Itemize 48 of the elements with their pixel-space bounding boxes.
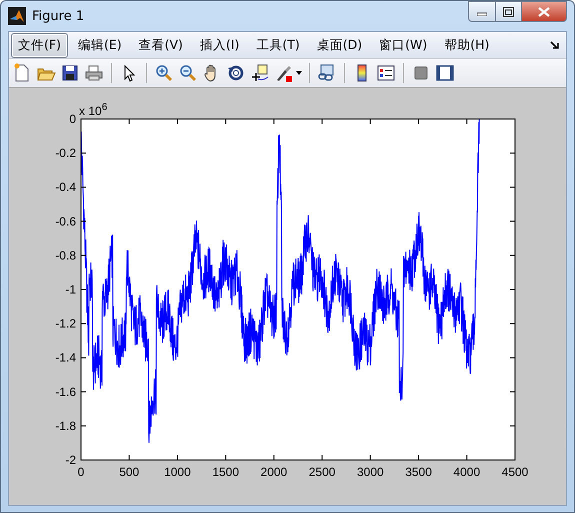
brush-icon[interactable] bbox=[274, 63, 294, 83]
data-cursor-icon[interactable] bbox=[250, 63, 270, 83]
x-tick-label: 0 bbox=[78, 465, 84, 479]
dropdown-caret-icon[interactable] bbox=[296, 71, 302, 75]
show-plot-tools-icon[interactable] bbox=[435, 63, 455, 83]
x-tick-label: 4000 bbox=[453, 465, 480, 479]
x-tick-label: 2000 bbox=[260, 465, 288, 479]
dock-arrow-icon[interactable] bbox=[550, 40, 559, 50]
menu-item[interactable]: 编辑(E) bbox=[70, 32, 129, 58]
save-icon[interactable] bbox=[60, 63, 80, 83]
x-tick-label: 1500 bbox=[212, 465, 240, 479]
zoom-out-icon[interactable] bbox=[178, 63, 198, 83]
maximize-button[interactable] bbox=[496, 1, 522, 22]
x-tick-label: 4500 bbox=[502, 465, 528, 479]
window-title: Figure 1 bbox=[32, 8, 84, 24]
menu-item[interactable]: 帮助(H) bbox=[437, 32, 496, 58]
print-icon[interactable] bbox=[84, 63, 104, 83]
x-tick-label: 500 bbox=[119, 465, 140, 479]
y-tick-label: -0.2 bbox=[55, 146, 76, 160]
y-tick-label: 0 bbox=[69, 112, 76, 126]
y-tick-label: -0.8 bbox=[55, 248, 76, 262]
menu-item[interactable]: 文件(F) bbox=[11, 32, 68, 58]
menu-item[interactable]: 工具(T) bbox=[249, 32, 307, 58]
y-tick-label: -1.6 bbox=[55, 384, 76, 399]
rotate-icon[interactable] bbox=[226, 63, 246, 83]
minimize-button[interactable] bbox=[468, 1, 496, 22]
menu-item[interactable]: 桌面(D) bbox=[310, 32, 370, 58]
menu-item[interactable]: 查看(V) bbox=[132, 32, 190, 58]
y-tick-label: -2 bbox=[65, 453, 76, 467]
close-button[interactable] bbox=[522, 1, 567, 22]
y-tick-label: -0.4 bbox=[55, 180, 76, 194]
x-tick-label: 1000 bbox=[164, 465, 191, 479]
x-tick-label: 3500 bbox=[405, 465, 432, 479]
axis-exponent-label: x 10$^{6}$ bbox=[79, 101, 108, 117]
y-tick-label: -1.2 bbox=[55, 316, 76, 331]
legend-icon[interactable] bbox=[376, 63, 396, 83]
x-tick-label: 2500 bbox=[308, 465, 336, 479]
y-tick-label: -1.8 bbox=[55, 418, 76, 433]
y-tick-label: -0.6 bbox=[55, 214, 76, 228]
menu-item[interactable]: 插入(I) bbox=[192, 32, 246, 58]
matlab-logo-icon bbox=[8, 7, 26, 25]
menu-item[interactable]: 窗口(W) bbox=[372, 32, 434, 58]
y-tick-label: -1.4 bbox=[55, 350, 76, 365]
zoom-in-icon[interactable] bbox=[154, 63, 174, 83]
y-tick-label: -1 bbox=[65, 282, 76, 296]
close-icon bbox=[538, 6, 550, 16]
maximize-icon bbox=[503, 6, 514, 16]
x-tick-label: 3000 bbox=[356, 465, 384, 479]
